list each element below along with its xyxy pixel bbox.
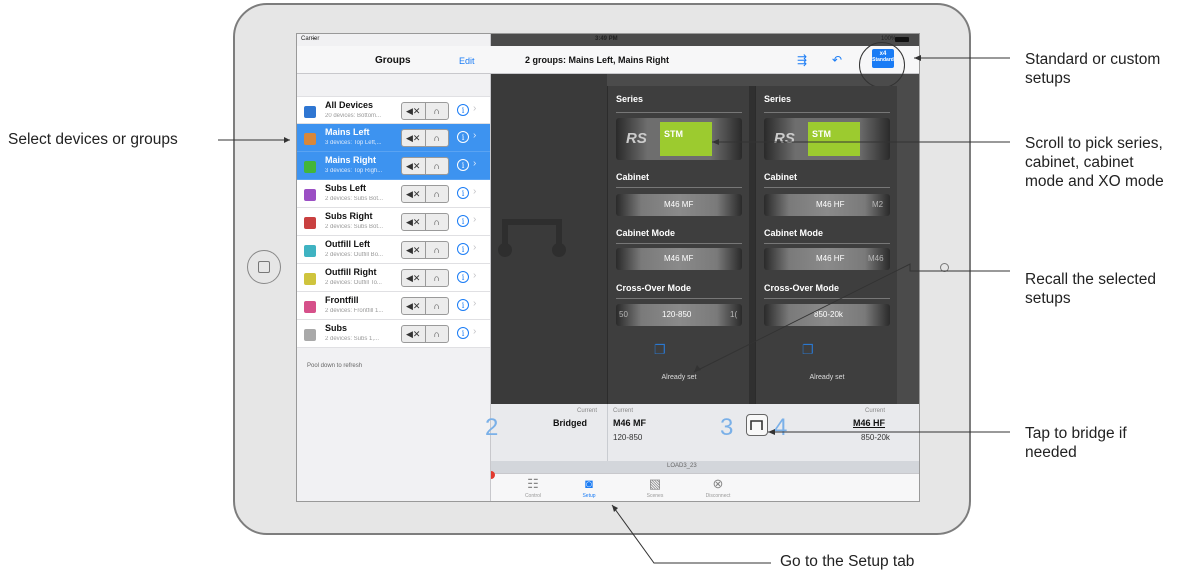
callout-line: Tap to bridge if bbox=[1025, 425, 1127, 442]
callout-line: setups bbox=[1025, 70, 1071, 87]
callout-line: cabinet, cabinet bbox=[1025, 154, 1134, 171]
callout-line: Standard or custom bbox=[1025, 51, 1161, 68]
callout-standard-custom: Standard or custom setups bbox=[1025, 50, 1160, 88]
callout-line: Recall the selected bbox=[1025, 271, 1156, 288]
callout-line: setups bbox=[1025, 290, 1071, 307]
callout-scroll-pick: Scroll to pick series, cabinet, cabinet … bbox=[1025, 134, 1164, 191]
callout-line: mode and XO mode bbox=[1025, 173, 1164, 190]
callout-select-devices: Select devices or groups bbox=[8, 131, 178, 148]
callout-bridge: Tap to bridge if needed bbox=[1025, 424, 1127, 462]
callout-lines bbox=[218, 55, 1010, 564]
callout-line: Scroll to pick series, bbox=[1025, 135, 1163, 152]
callout-recall: Recall the selected setups bbox=[1025, 270, 1156, 308]
callout-setup-tab: Go to the Setup tab bbox=[780, 553, 915, 570]
callout-line: needed bbox=[1025, 444, 1077, 461]
